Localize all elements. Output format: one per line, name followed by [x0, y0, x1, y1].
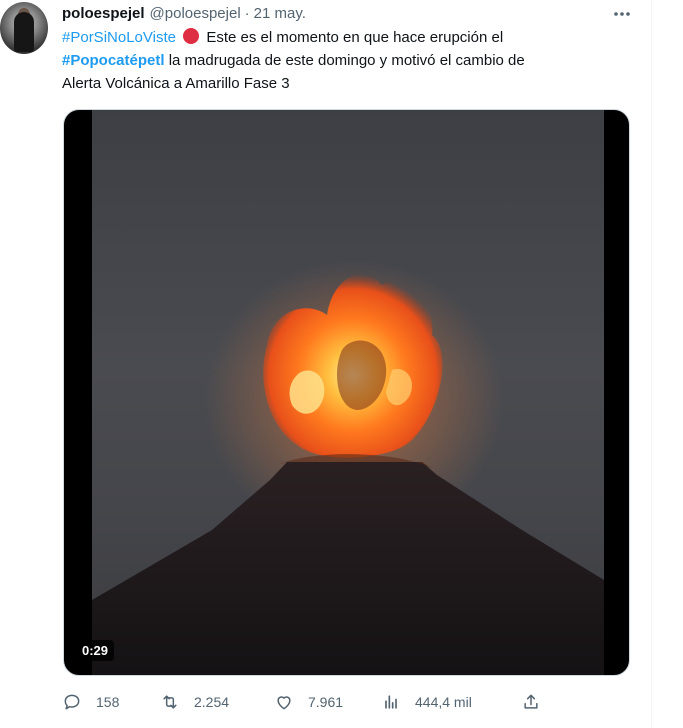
tweet-text-line-2: #Popocatépetl la madrugada de este domin…	[62, 49, 622, 72]
avatar[interactable]	[0, 2, 48, 54]
red-circle-icon	[183, 28, 200, 44]
tweet-actions: 158 2.254 7.961 444,4 mil	[62, 690, 552, 714]
share-icon	[524, 694, 538, 709]
heart-icon	[277, 696, 291, 710]
analytics-icon	[385, 695, 397, 709]
retweet-count: 2.254	[194, 694, 230, 710]
author-handle[interactable]: @poloespejel	[150, 5, 241, 22]
share-button[interactable]	[521, 690, 541, 714]
reply-icon	[64, 694, 80, 710]
hashtag-porsinoloviste[interactable]: #PorSiNoLoViste	[62, 29, 176, 46]
like-count: 7.961	[308, 694, 344, 710]
reply-button[interactable]: 158	[62, 690, 119, 714]
retweet-button[interactable]: 2.254	[160, 690, 229, 714]
video-duration: 0:29	[76, 640, 115, 661]
tweet-date[interactable]: 21 may.	[254, 5, 306, 22]
more-button[interactable]	[612, 4, 632, 24]
author-display-name[interactable]: poloespejel	[62, 5, 145, 22]
tweet-text: #PorSiNoLoViste Este es el momento en qu…	[62, 26, 622, 95]
video-player[interactable]: 0:29	[63, 109, 630, 676]
reply-count: 158	[96, 694, 120, 710]
header-separator: ·	[244, 4, 250, 22]
video-frame	[92, 110, 604, 675]
tweet-text-segment-1: Este es el momento en que hace erupción …	[206, 29, 504, 46]
avatar-figure	[14, 12, 34, 52]
tweet-text-line-1: #PorSiNoLoViste Este es el momento en qu…	[62, 26, 622, 49]
like-button[interactable]: 7.961	[274, 690, 343, 714]
view-count: 444,4 mil	[415, 694, 472, 710]
tweet-text-segment-2: la madrugada de este domingo y motivó el…	[168, 52, 525, 69]
hashtag-popocatepetl[interactable]: #Popocatépetl	[62, 52, 165, 69]
views-button[interactable]: 444,4 mil	[381, 690, 472, 714]
retweet-icon	[163, 695, 177, 709]
tweet-header: poloespejel @poloespejel · 21 may.	[62, 3, 306, 23]
more-icon	[614, 12, 630, 16]
tweet-text-line-3: Alerta Volcánica a Amarillo Fase 3	[62, 75, 290, 92]
timeline-border	[651, 0, 652, 728]
volcano-eruption-image	[92, 260, 604, 675]
